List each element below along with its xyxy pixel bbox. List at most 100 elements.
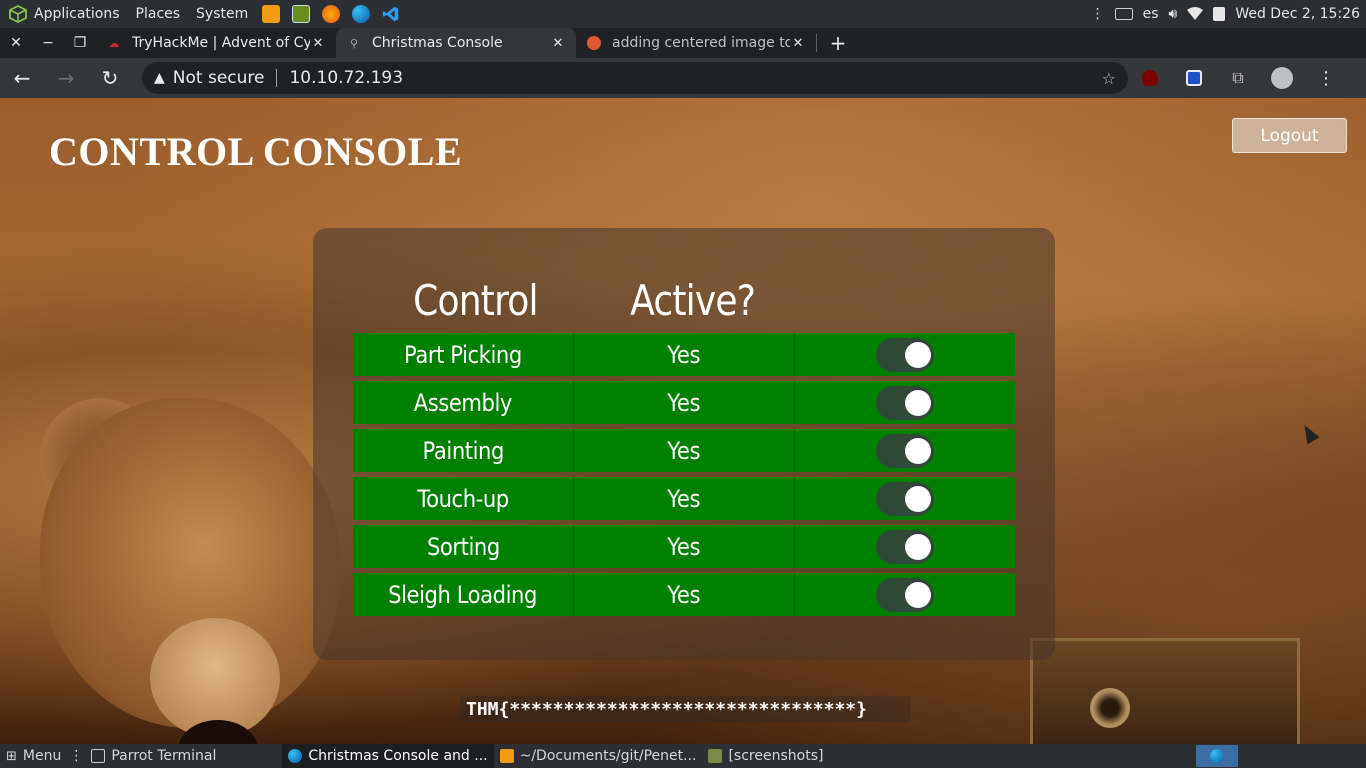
browser-toolbar: ← → ↻ ▲ Not secure 10.10.72.193 ☆ ⧉ ⋮ [0, 58, 1366, 98]
control-name: Painting [422, 436, 504, 465]
volume-icon[interactable]: 🔊︎ [1169, 6, 1178, 22]
mouse-cursor-icon [1298, 421, 1320, 445]
ublock-extension-icon[interactable] [1128, 58, 1172, 98]
workspace-switcher[interactable] [1196, 745, 1238, 767]
table-row: Touch-up Yes [353, 477, 1015, 520]
toggle-switch[interactable] [876, 529, 934, 564]
toggle-knob [905, 485, 931, 512]
system-menu[interactable]: System [188, 0, 256, 28]
toggle-knob [905, 581, 931, 608]
toggle-switch[interactable] [876, 481, 934, 516]
tab-title: adding centered image to [612, 35, 790, 51]
tab-close-icon[interactable]: ✕ [790, 36, 806, 51]
places-menu[interactable]: Places [128, 0, 189, 28]
flag-text: THM{********************************} [460, 696, 910, 722]
toggle-knob [905, 341, 931, 368]
control-name: Assembly [413, 388, 513, 417]
taskbar-item-label: Christmas Console and ... [308, 748, 488, 764]
taskbar-item-folder[interactable]: [screenshots] [702, 744, 829, 768]
back-button[interactable]: ← [0, 58, 44, 98]
window-close-icon[interactable]: ✕ [0, 28, 32, 58]
taskbar-item-editor[interactable]: ~/Documents/git/Penet... [494, 744, 703, 768]
taskbar-item-browser[interactable]: Christmas Console and ... [282, 744, 494, 768]
edge-icon [288, 749, 303, 763]
security-status[interactable]: Not secure [173, 68, 265, 88]
table-row: Assembly Yes [353, 381, 1015, 424]
system-label: System [196, 6, 249, 22]
edge-icon [1210, 749, 1224, 763]
extensions-puzzle-icon[interactable]: ⧉ [1216, 58, 1260, 98]
firefox-launcher-icon[interactable] [322, 5, 341, 23]
grid-menu-icon: ⊞ [6, 748, 17, 764]
active-column-header: Active? [630, 276, 756, 325]
address-divider [276, 69, 278, 87]
clipboard-icon[interactable] [1213, 7, 1226, 21]
chest-lock-plate [1030, 638, 1300, 744]
toggle-switch[interactable] [876, 433, 934, 468]
control-name: Sorting [426, 532, 500, 561]
parrot-cube-icon [9, 4, 27, 24]
control-name: Touch-up [417, 484, 509, 513]
taskbar-item-terminal[interactable]: Parrot Terminal [85, 744, 222, 768]
folder-icon [708, 749, 723, 763]
active-status: Yes [667, 388, 701, 417]
tab-adding-centered-image[interactable]: adding centered image to ✕ [576, 28, 816, 58]
tab-title: TryHackMe | Advent of Cy [132, 35, 310, 51]
tryhackme-favicon-icon: ☁ [108, 36, 120, 50]
tab-christmas-console[interactable]: ⚲ Christmas Console ✕ [336, 28, 576, 58]
new-tab-button[interactable]: + [823, 28, 853, 58]
table-row: Sorting Yes [353, 525, 1015, 568]
duckduckgo-favicon-icon [586, 35, 602, 51]
vscode-launcher-icon[interactable] [382, 5, 400, 23]
drag-handle-icon: ⋮ [1090, 6, 1105, 22]
tab-separator [816, 34, 817, 52]
browser-menu-icon[interactable]: ⋮ [1304, 58, 1348, 98]
keyboard-layout[interactable]: es [1143, 6, 1159, 22]
os-taskbar: ⊞ Menu ⋮ Parrot Terminal Christmas Conso… [0, 744, 1366, 768]
page-favicon-icon: ⚲ [349, 36, 359, 50]
taskbar-item-label: [screenshots] [728, 748, 824, 764]
table-row: Sleigh Loading Yes [353, 573, 1015, 616]
toggle-knob [905, 389, 931, 416]
os-top-panel: Applications Places System ⋮ es 🔊︎ Wed D… [0, 0, 1366, 28]
control-name: Part Picking [404, 340, 522, 369]
active-status: Yes [667, 484, 701, 513]
terminal-launcher-icon[interactable] [292, 5, 311, 23]
profile-avatar-icon[interactable] [1260, 58, 1304, 98]
taskbar-separator-icon: ⋮ [69, 748, 84, 764]
keyboard-icon[interactable] [1114, 8, 1133, 20]
wifi-icon[interactable] [1187, 7, 1204, 21]
edge-launcher-icon[interactable] [352, 5, 371, 23]
toggle-switch[interactable] [876, 337, 934, 372]
clock[interactable]: Wed Dec 2, 15:26 [1235, 6, 1360, 22]
active-status: Yes [667, 580, 701, 609]
page-content: CONTROL CONSOLE Logout Control Active? P… [0, 98, 1366, 744]
taskbar-menu-button[interactable]: ⊞ Menu [0, 744, 67, 768]
toggle-knob [905, 533, 931, 560]
toggle-switch[interactable] [876, 385, 934, 420]
keyhole [1090, 688, 1130, 728]
applications-label: Applications [34, 6, 120, 22]
logout-button[interactable]: Logout [1232, 118, 1347, 153]
address-bar[interactable]: ▲ Not secure 10.10.72.193 ☆ [142, 62, 1128, 94]
tab-close-icon[interactable]: ✕ [550, 36, 566, 51]
warning-triangle-icon[interactable]: ▲ [154, 70, 165, 86]
table-row: Part Picking Yes [353, 333, 1015, 376]
sublime-icon [499, 749, 514, 763]
toggle-switch[interactable] [876, 577, 934, 612]
tab-tryhackme[interactable]: ☁ TryHackMe | Advent of Cy ✕ [96, 28, 336, 58]
applications-menu[interactable]: Applications [0, 0, 128, 28]
window-restore-icon[interactable]: ❐ [64, 28, 96, 58]
window-minimize-icon[interactable]: − [32, 28, 64, 58]
sublime-launcher-icon[interactable] [262, 5, 281, 23]
active-status: Yes [667, 340, 701, 369]
tab-close-icon[interactable]: ✕ [310, 36, 326, 51]
reload-button[interactable]: ↻ [88, 58, 132, 98]
forward-button[interactable]: → [44, 58, 88, 98]
bookmark-star-icon[interactable]: ☆ [1102, 69, 1116, 88]
control-column-header: Control [413, 276, 538, 325]
taskbar-item-label: Parrot Terminal [111, 748, 217, 764]
extension-icon[interactable] [1172, 58, 1216, 98]
url-text[interactable]: 10.10.72.193 [289, 68, 403, 88]
taskbar-item-label: ~/Documents/git/Penet... [519, 748, 697, 764]
